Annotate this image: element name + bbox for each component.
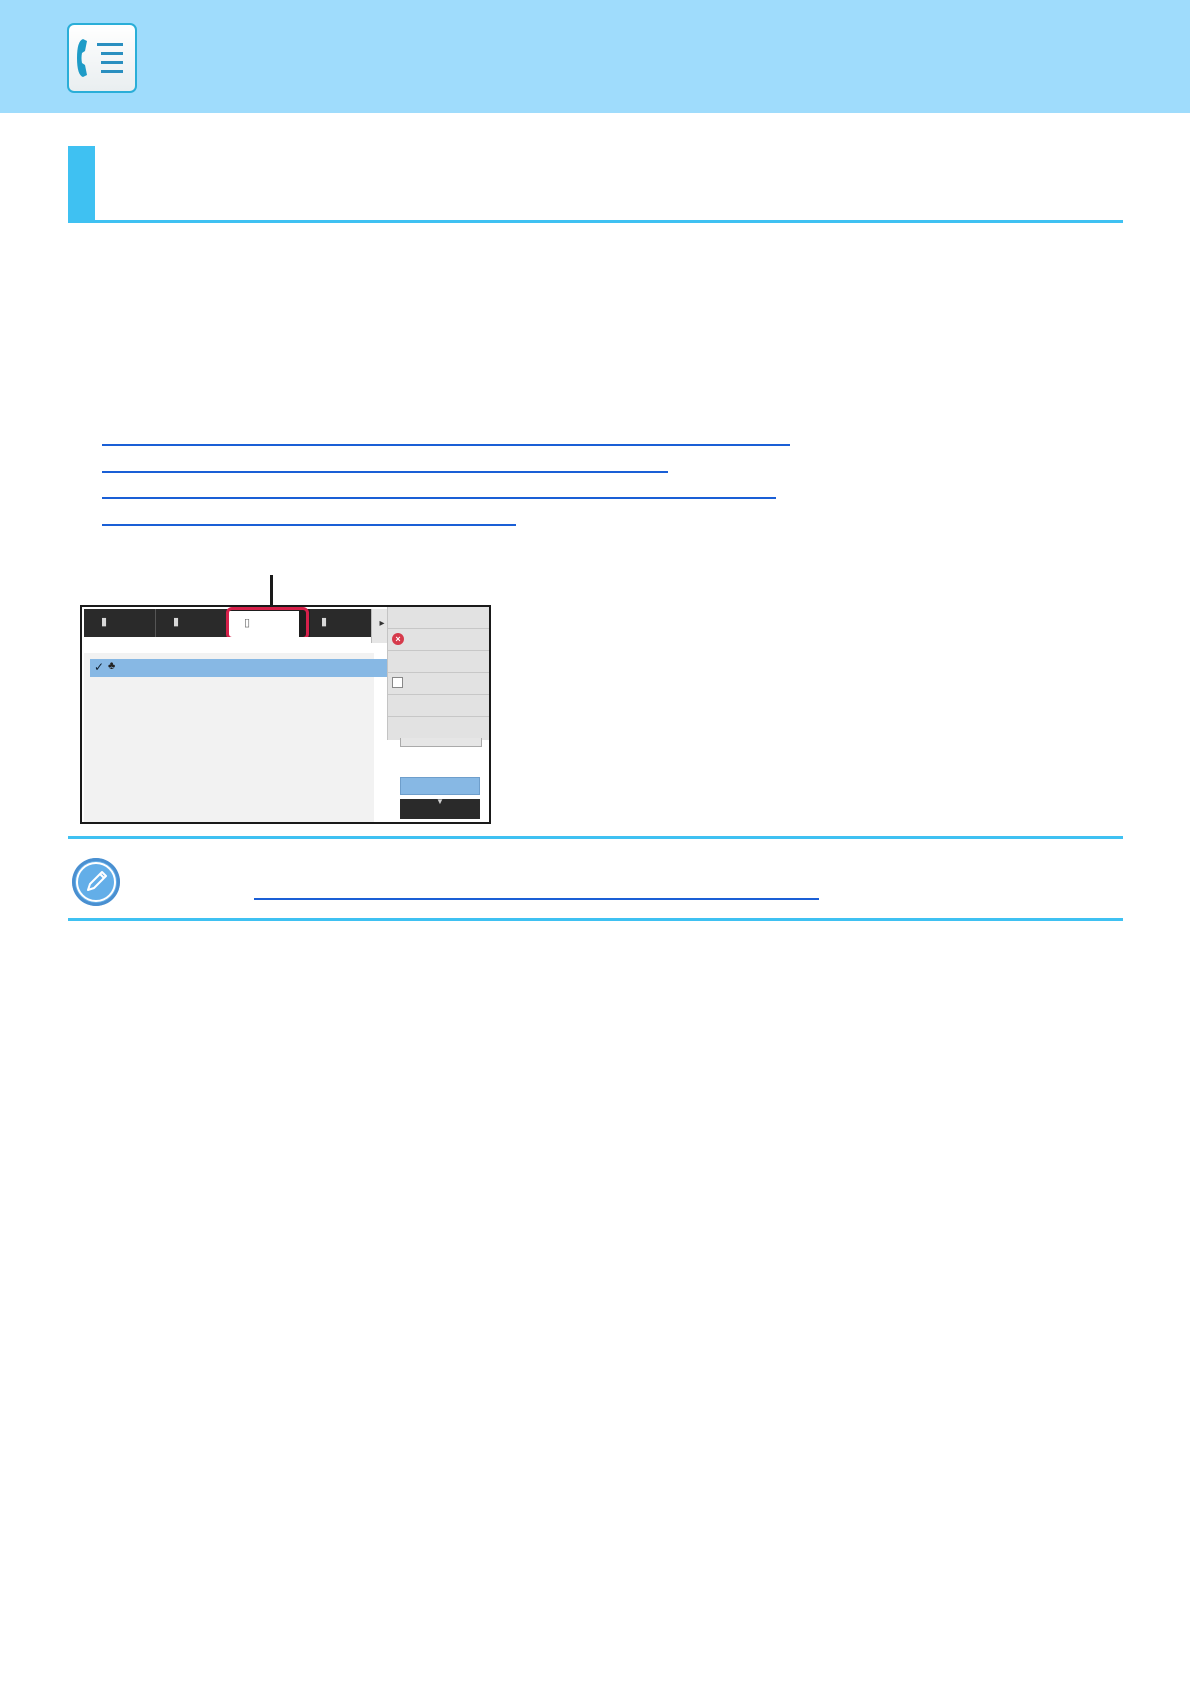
primary-action-button[interactable]: [400, 777, 480, 795]
caret-down-icon: ▼: [436, 797, 444, 806]
link-underline-1[interactable]: [102, 444, 790, 446]
action-item-5[interactable]: [388, 695, 489, 717]
selected-list-item[interactable]: ✓ ♣: [90, 659, 390, 677]
action-item-3[interactable]: [388, 651, 489, 673]
document-icon: ▮: [100, 616, 108, 628]
link-underline-4[interactable]: [102, 524, 516, 526]
tab-documents[interactable]: ▮: [156, 609, 228, 637]
action-item-4[interactable]: [388, 673, 489, 695]
action-panel: ×: [387, 607, 489, 740]
section-title-accent: [68, 146, 95, 222]
tab-document[interactable]: ▮: [84, 609, 156, 637]
device-screen-figure: ▮ ▮ ▯ ▮ ✓ ♣ ▸ × ▼: [80, 605, 491, 824]
header-band: [0, 0, 1190, 113]
action-item-6[interactable]: [388, 717, 489, 739]
dark-action-button[interactable]: ▼: [400, 797, 480, 819]
pencil-note-icon: [72, 858, 120, 906]
tab-history[interactable]: ▮: [310, 609, 374, 637]
action-item-1[interactable]: [388, 607, 489, 629]
checkmark-icon: ✓: [94, 660, 105, 674]
tab-highlight-frame: [226, 607, 309, 640]
documents-icon: ▮: [172, 616, 180, 628]
cancel-icon: ×: [392, 633, 404, 645]
section-title-rule: [68, 220, 1123, 223]
history-icon: ▮: [320, 616, 328, 628]
list-header: [84, 637, 374, 653]
link-underline-2[interactable]: [102, 471, 668, 473]
action-item-2[interactable]: ×: [388, 629, 489, 651]
panel-lower-button[interactable]: [400, 738, 482, 747]
note-rule-top: [68, 836, 1123, 839]
note-rule-bottom: [68, 918, 1123, 921]
link-underline-3[interactable]: [102, 497, 776, 499]
note-link-underline[interactable]: [254, 898, 819, 900]
fax-address-book-icon[interactable]: [67, 23, 137, 93]
group-icon: ♣: [108, 660, 116, 672]
callout-line: [270, 575, 273, 607]
checkbox-icon[interactable]: [392, 677, 403, 688]
